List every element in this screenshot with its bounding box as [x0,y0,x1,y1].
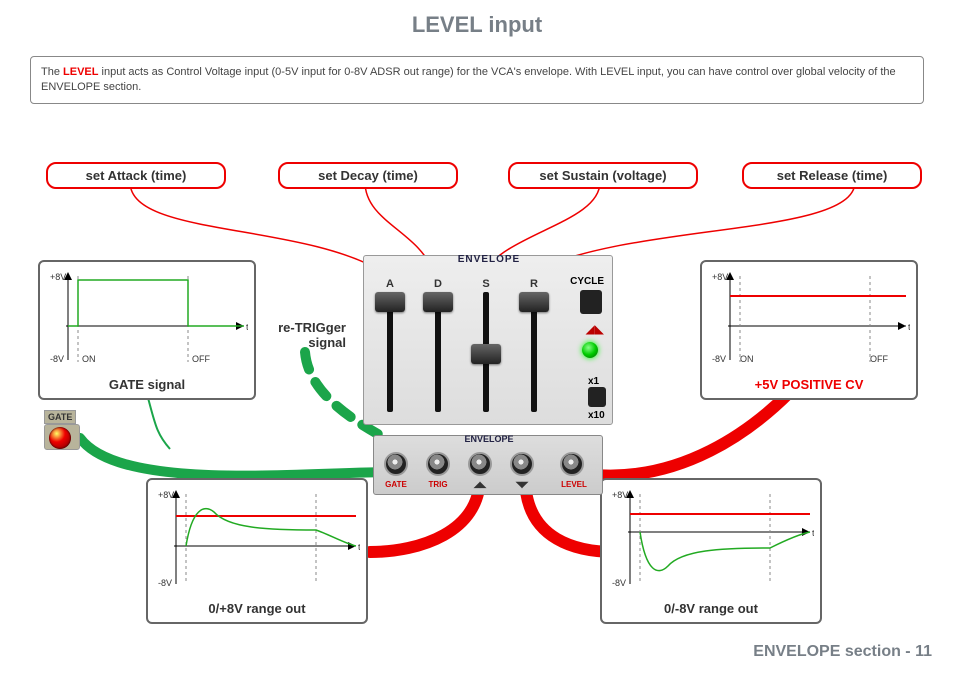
svg-text:+8V: +8V [50,272,66,282]
cycle-switch[interactable] [580,290,602,314]
envelope-shape-icon: ◢◣ [586,322,604,336]
svg-text:-8V: -8V [712,354,726,364]
graph-cv: t +8V -8V ON OFF +5V POSITIVE CV [700,260,918,400]
jack-trig-label: TRIG [422,480,454,489]
pill-release: set Release (time) [742,162,922,189]
x10-label: x10 [588,410,605,421]
slider-release[interactable]: R [514,278,554,412]
envelope-bottom: ENVELOPE GATE TRIG ◢◣ ◥◤ LEVEL [373,435,603,495]
gate-button[interactable] [44,424,80,450]
graph-gate: t +8V -8V ON OFF GATE signal [38,260,256,400]
jack-trig[interactable] [426,452,450,476]
jack-gate[interactable] [384,452,408,476]
slider-sustain[interactable]: S [466,278,506,412]
jack-env-pos-icon: ◢◣ [466,480,494,489]
svg-text:OFF: OFF [192,354,210,364]
pill-decay: set Decay (time) [278,162,458,189]
graph-negout-svg: t +8V -8V [610,484,814,594]
graph-posout-caption: 0/+8V range out [156,601,358,616]
desc-rest: input acts as Control Voltage input (0-5… [41,66,896,93]
description-box: The LEVEL input acts as Control Voltage … [30,56,924,104]
svg-text:+8V: +8V [158,490,174,500]
graph-negout: t +8V -8V 0/-8V range out [600,478,822,624]
page-title: LEVEL input [0,12,954,38]
svg-text:t: t [908,322,910,332]
gate-button-knob [49,427,71,449]
retrig-line1: re-TRIGger [278,320,346,335]
rate-switch-labels: x1 x10 [588,376,606,421]
cycle-label: CYCLE [570,276,604,287]
gate-badge: GATE [44,410,76,424]
jack-env-neg[interactable] [510,452,534,476]
svg-text:+8V: +8V [612,490,628,500]
svg-text:OFF: OFF [870,354,888,364]
cycle-led [582,342,598,358]
x1-label: x1 [588,376,599,387]
desc-prefix: The [41,66,63,78]
svg-text:+8V: +8V [712,272,728,282]
svg-text:-8V: -8V [158,578,172,588]
svg-text:t: t [358,542,360,552]
retrig-line2: signal [308,335,346,350]
envelope-top: ENVELOPE A D S R CYCLE ◢◣ x1 x10 [363,255,613,425]
jack-gate-label: GATE [380,480,412,489]
envelope-bottom-title: ENVELOPE [374,434,604,444]
slider-label-r: R [514,278,554,290]
graph-negout-caption: 0/-8V range out [610,601,812,616]
svg-text:t: t [812,528,814,538]
envelope-panel: ENVELOPE A D S R CYCLE ◢◣ x1 x10 ENVELOP… [363,255,613,501]
pill-attack: set Attack (time) [46,162,226,189]
graph-cv-caption: +5V POSITIVE CV [710,377,908,392]
slider-label-s: S [466,278,506,290]
graph-gate-caption: GATE signal [48,377,246,392]
jack-env-neg-icon: ◥◤ [508,480,536,489]
slider-attack[interactable]: A [370,278,410,412]
slider-decay[interactable]: D [418,278,458,412]
slider-label-d: D [418,278,458,290]
rate-switch[interactable] [588,387,606,407]
graph-posout: t +8V -8V 0/+8V range out [146,478,368,624]
pill-sustain: set Sustain (voltage) [508,162,698,189]
graph-cv-svg: t +8V -8V ON OFF [710,266,910,370]
graph-gate-svg: t +8V -8V ON OFF [48,266,248,370]
slider-label-a: A [370,278,410,290]
retrigger-label: re-TRIGger signal [256,320,346,350]
jack-env-pos[interactable] [468,452,492,476]
desc-keyword: LEVEL [63,66,98,78]
jack-level-label: LEVEL [554,480,594,489]
jack-level[interactable] [560,452,584,476]
graph-posout-svg: t +8V -8V [156,484,360,594]
envelope-title: ENVELOPE [364,254,614,265]
svg-text:-8V: -8V [612,578,626,588]
svg-text:ON: ON [82,354,96,364]
svg-text:ON: ON [740,354,754,364]
svg-text:-8V: -8V [50,354,64,364]
page-footer: ENVELOPE section - 11 [753,643,932,661]
svg-text:t: t [246,322,248,332]
